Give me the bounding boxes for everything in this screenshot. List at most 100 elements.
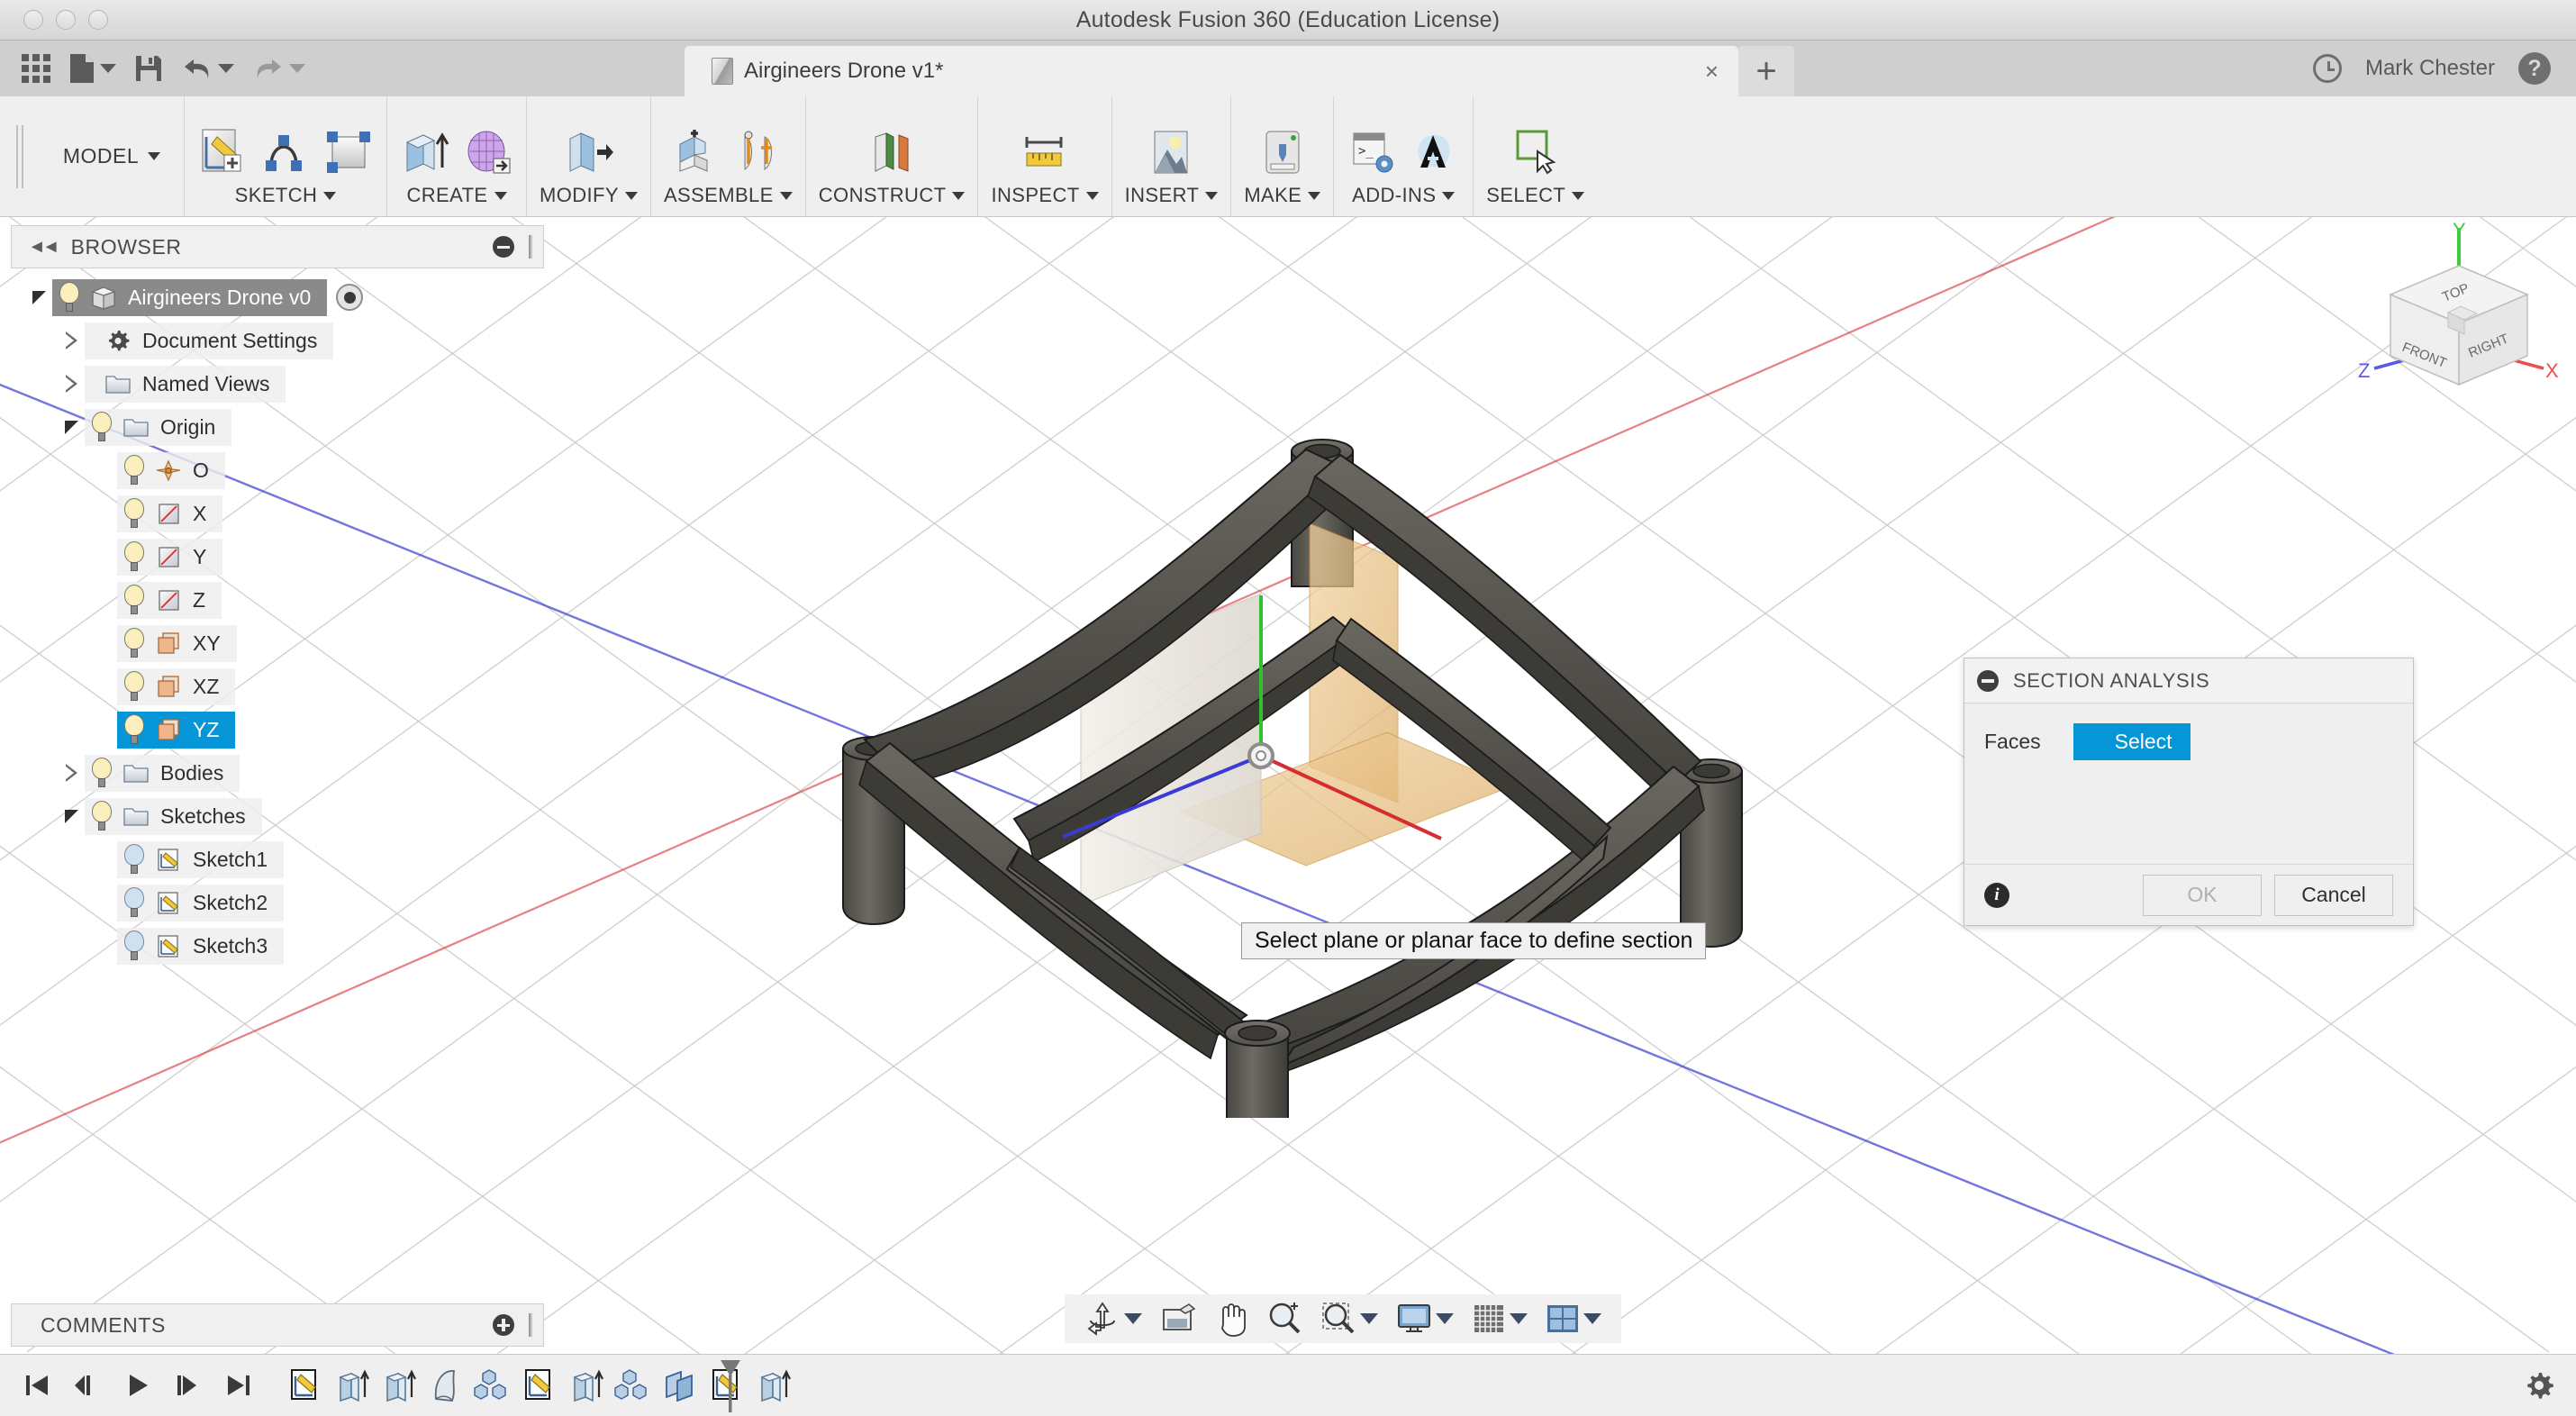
3d-viewport[interactable]: Select plane or planar face to define se… (0, 217, 2576, 1354)
create-form-icon[interactable] (463, 124, 513, 180)
orbit-button[interactable] (1077, 1298, 1149, 1339)
browser-tree-item-sketches[interactable]: Sketches (11, 794, 544, 838)
offset-plane-icon[interactable] (866, 124, 917, 180)
timeline-feature-pattern-4[interactable] (472, 1365, 512, 1406)
zoom-window-button[interactable] (1313, 1298, 1385, 1339)
timeline-feature-extrude-10[interactable] (753, 1365, 793, 1406)
collapse-toggle-icon[interactable] (66, 375, 77, 393)
ribbon-group-label-modify[interactable]: MODIFY (540, 184, 638, 211)
visibility-bulb-icon[interactable] (122, 455, 146, 486)
data-panel-button[interactable] (14, 48, 58, 89)
visibility-bulb-icon[interactable] (122, 628, 146, 658)
gear-icon[interactable] (2524, 1370, 2554, 1401)
zoom-button[interactable] (1259, 1298, 1310, 1339)
step-forward-icon[interactable] (175, 1372, 202, 1399)
browser-tree-item-o[interactable]: O (11, 449, 544, 492)
browser-tree-item-y[interactable]: Y (11, 535, 544, 578)
ribbon-group-label-assemble[interactable]: ASSEMBLE (664, 184, 793, 211)
timeline-feature-pattern-7[interactable] (612, 1365, 652, 1406)
expand-toggle-icon[interactable] (65, 810, 78, 823)
collapse-toggle-icon[interactable] (66, 764, 77, 782)
visibility-bulb-icon[interactable] (122, 671, 146, 702)
display-settings-button[interactable] (1389, 1298, 1461, 1339)
browser-tree-item-x[interactable]: X (11, 492, 544, 535)
visibility-bulb-icon[interactable] (122, 844, 146, 875)
visibility-bulb-icon[interactable] (122, 714, 146, 745)
browser-tree-item-airgineers-drone-v0[interactable]: Airgineers Drone v0 (11, 276, 544, 319)
viewports-button[interactable] (1538, 1298, 1609, 1339)
browser-tree-item-document-settings[interactable]: Document Settings (11, 319, 544, 362)
visibility-bulb-icon[interactable] (90, 412, 113, 442)
timeline-feature-sketch-5[interactable] (519, 1365, 558, 1406)
chevron-down-icon[interactable] (218, 64, 234, 73)
browser-tree-item-sketch3[interactable]: Sketch3 (11, 924, 544, 967)
browser-tree-item-named-views[interactable]: Named Views (11, 362, 544, 405)
browser-tree-item-sketch1[interactable]: Sketch1 (11, 838, 544, 881)
skip-start-icon[interactable] (23, 1372, 50, 1399)
loft-icon[interactable] (425, 1365, 465, 1406)
scripts-addins-icon[interactable]: >_ (1347, 124, 1397, 180)
timeline-feature-extrude-6[interactable] (566, 1365, 605, 1406)
viewcube[interactable]: Y X Z TOP FRONT RIGHT (2351, 222, 2567, 412)
new-component-icon[interactable] (671, 124, 721, 180)
timeline-marker[interactable] (719, 1358, 742, 1414)
insert-image-icon[interactable] (1146, 124, 1196, 180)
ribbon-group-label-select[interactable]: SELECT (1486, 184, 1584, 211)
new-file-button[interactable] (61, 48, 123, 89)
faces-select-button[interactable]: Select (2073, 723, 2191, 760)
app-store-icon[interactable] (1410, 124, 1460, 180)
ok-button[interactable]: OK (2143, 875, 2262, 916)
select-window-icon[interactable] (1510, 124, 1561, 180)
redo-button[interactable] (245, 48, 313, 89)
visibility-bulb-icon[interactable] (122, 887, 146, 918)
grid-snaps-button[interactable] (1465, 1298, 1535, 1339)
pattern-icon[interactable] (472, 1365, 512, 1406)
ribbon-group-label-sketch[interactable]: SKETCH (235, 184, 337, 211)
visibility-bulb-icon[interactable] (90, 758, 113, 788)
step-back-icon[interactable] (74, 1372, 101, 1399)
ribbon-group-label-create[interactable]: CREATE (406, 184, 506, 211)
timeline-feature-extrude-2[interactable] (378, 1365, 418, 1406)
active-component-radio[interactable] (336, 284, 363, 311)
sketch-rectangle-icon[interactable] (323, 124, 374, 180)
save-button[interactable] (127, 48, 170, 89)
sketch-icon[interactable] (519, 1365, 558, 1406)
sketch-icon[interactable] (285, 1365, 324, 1406)
chevron-down-icon[interactable] (1583, 1313, 1601, 1324)
skip-end-icon[interactable] (225, 1372, 252, 1399)
plus-circle-icon[interactable] (493, 1314, 514, 1336)
browser-tree-item-xy[interactable]: XY (11, 622, 544, 665)
section-analysis-dialog[interactable]: SECTION ANALYSIS Faces Select i OK Cance… (1964, 658, 2414, 926)
ribbon-group-label-addins[interactable]: ADD-INS (1352, 184, 1455, 211)
ribbon-drag-handle[interactable] (0, 96, 40, 216)
pan-button[interactable] (1207, 1298, 1256, 1339)
timeline-feature-list[interactable] (285, 1365, 793, 1406)
browser-tree-item-bodies[interactable]: Bodies (11, 751, 544, 794)
expand-toggle-icon[interactable] (32, 291, 46, 304)
sketch-arc-icon[interactable] (260, 124, 311, 180)
extrude-icon[interactable] (400, 124, 450, 180)
visibility-bulb-icon[interactable] (122, 585, 146, 615)
pattern-icon[interactable] (612, 1365, 652, 1406)
workspace-switcher[interactable]: MODEL (40, 96, 184, 216)
play-icon[interactable] (124, 1372, 151, 1399)
chevron-down-icon[interactable] (100, 64, 116, 73)
look-at-button[interactable] (1153, 1298, 1203, 1339)
extrude-icon[interactable] (566, 1365, 605, 1406)
visibility-bulb-icon[interactable] (122, 930, 146, 961)
minus-circle-icon[interactable] (493, 236, 514, 258)
measure-icon[interactable] (1020, 124, 1070, 180)
info-icon[interactable]: i (1984, 883, 2009, 908)
collapse-toggle-icon[interactable] (66, 331, 77, 349)
ribbon-group-label-construct[interactable]: CONSTRUCT (819, 184, 966, 211)
expand-toggle-icon[interactable] (65, 421, 78, 434)
joint-icon[interactable] (734, 124, 785, 180)
press-pull-icon[interactable] (563, 124, 613, 180)
drone-frame-model[interactable] (757, 379, 1801, 1118)
chevron-down-icon[interactable] (1510, 1313, 1528, 1324)
panel-resize-handle[interactable] (529, 235, 532, 259)
browser-tree-item-z[interactable]: Z (11, 578, 544, 622)
double-arrow-left-icon[interactable]: ◄◄ (28, 237, 57, 258)
user-name-label[interactable]: Mark Chester (2365, 56, 2495, 81)
panel-resize-handle[interactable] (529, 1313, 532, 1337)
